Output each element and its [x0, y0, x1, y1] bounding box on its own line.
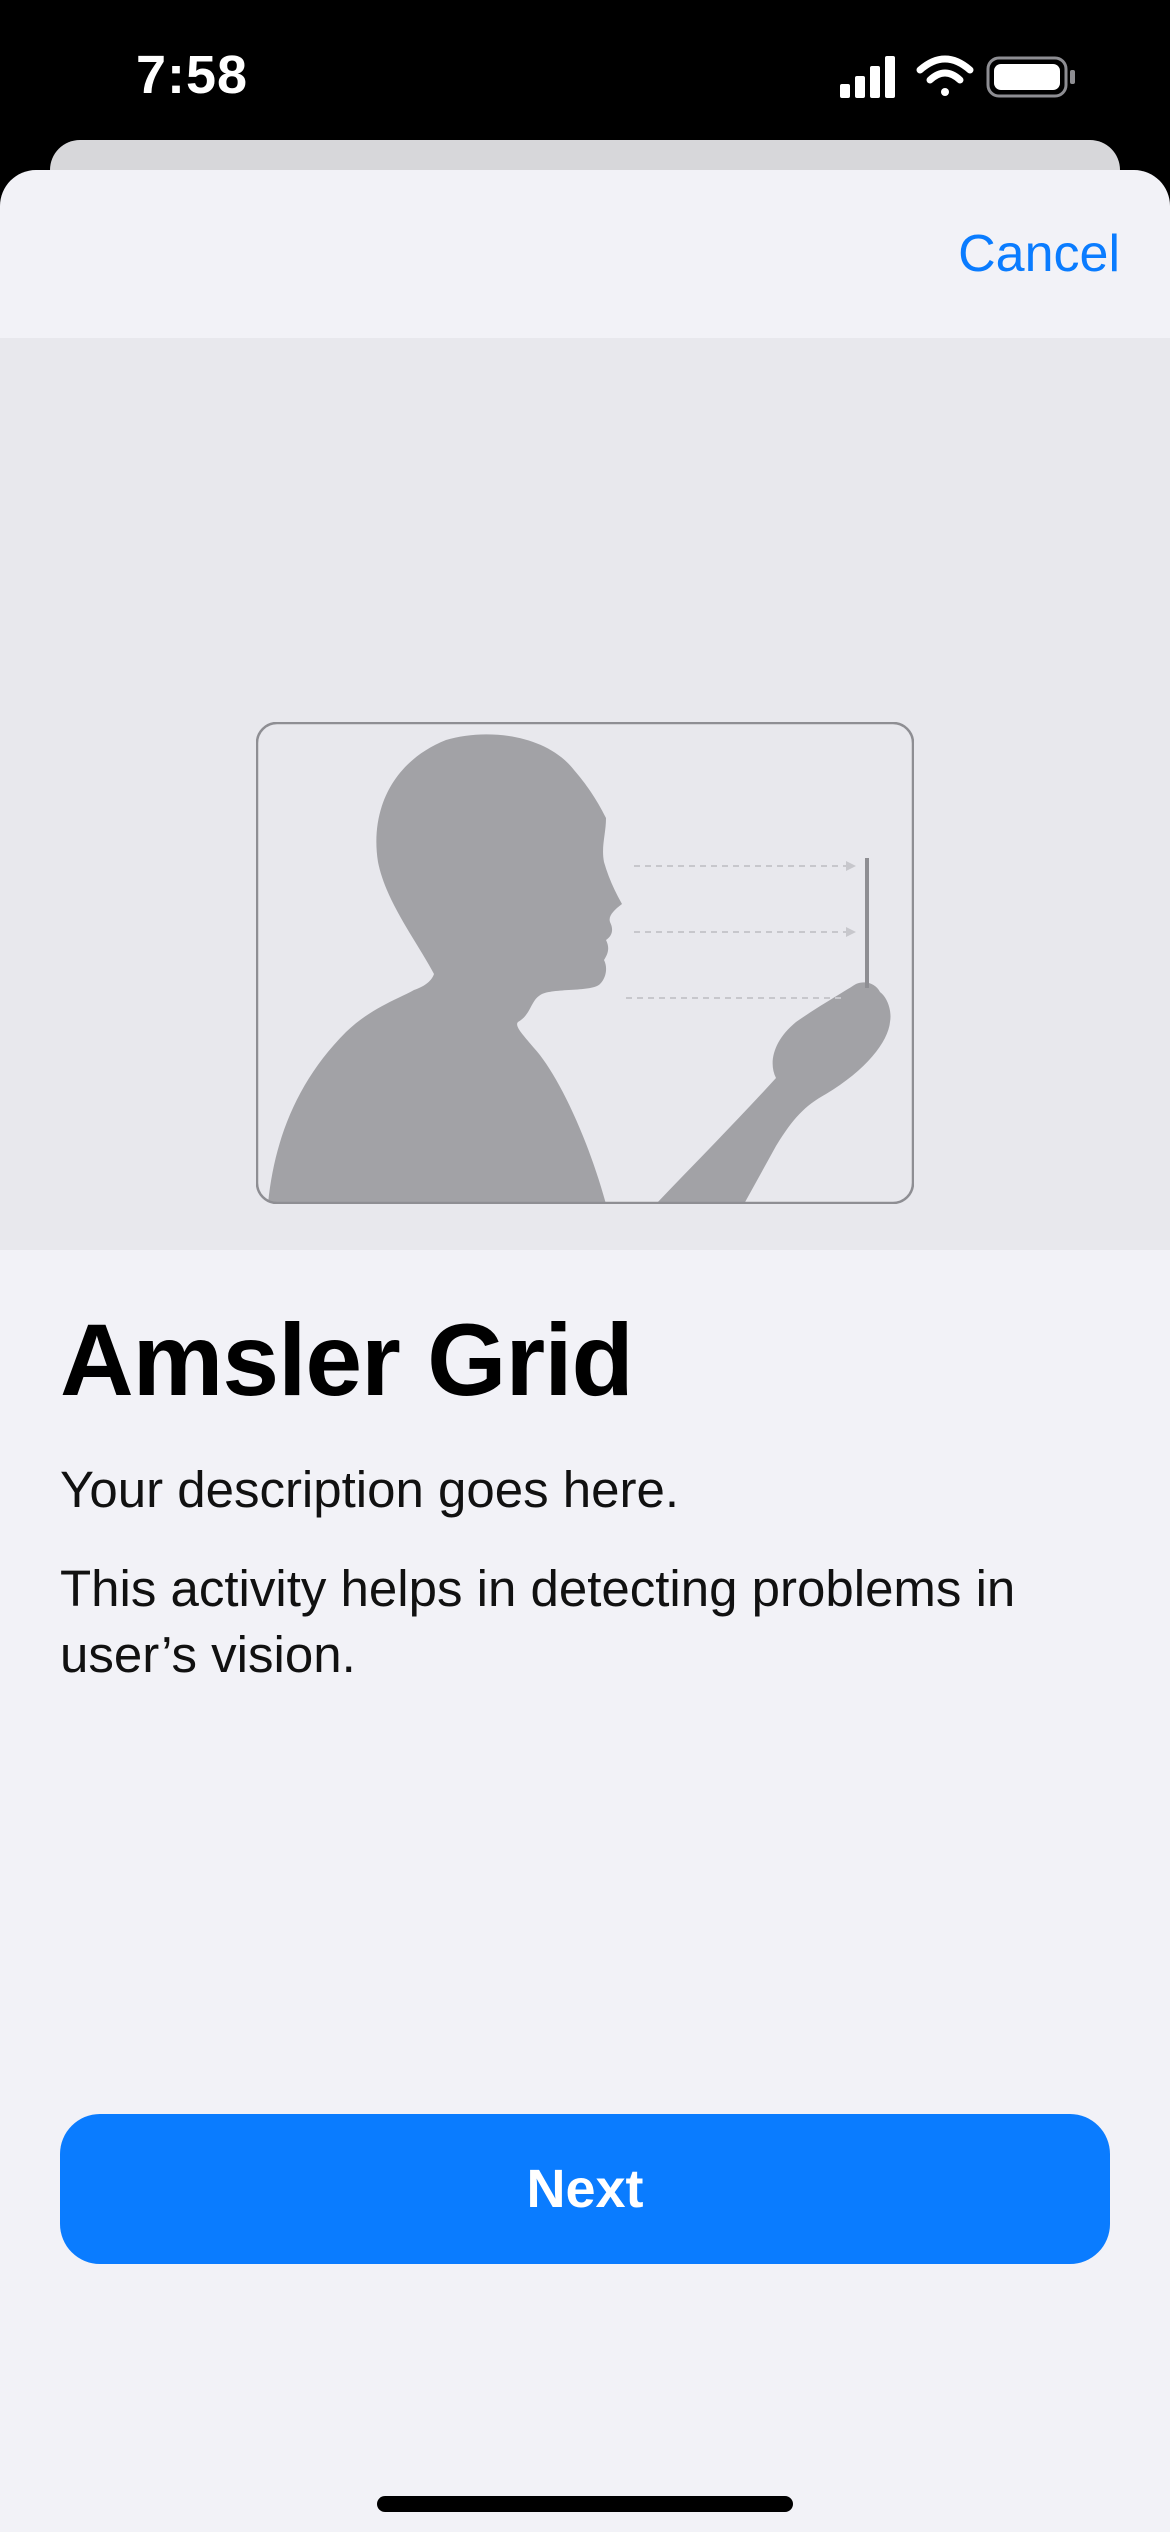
hand-and-arm	[656, 982, 891, 1203]
battery-icon	[986, 56, 1075, 98]
status-bar: 7:58	[0, 0, 1170, 150]
status-icons	[840, 55, 1075, 98]
hero-illustration-area	[0, 338, 1170, 1250]
phone-device	[865, 858, 869, 988]
person-reading-illustration	[256, 722, 914, 1204]
modal-sheet: Cancel Amsler Grid Your description goes…	[0, 170, 1170, 2532]
next-button[interactable]: Next	[60, 2114, 1110, 2264]
sight-arrowheads	[846, 861, 856, 937]
status-time: 7:58	[136, 45, 249, 105]
page-title: Amsler Grid	[60, 1303, 634, 1417]
person-silhouette	[268, 734, 622, 1203]
wifi-icon	[916, 55, 974, 96]
cellular-signal-icon	[840, 56, 895, 98]
sight-lines	[626, 865, 846, 999]
nav-bar: Cancel	[0, 170, 1170, 338]
cancel-button[interactable]: Cancel	[958, 224, 1120, 284]
detail-text: This activity helps in detecting problem…	[60, 1560, 1016, 1683]
home-indicator	[377, 2496, 793, 2512]
description-text: Your description goes here.	[60, 1461, 680, 1518]
